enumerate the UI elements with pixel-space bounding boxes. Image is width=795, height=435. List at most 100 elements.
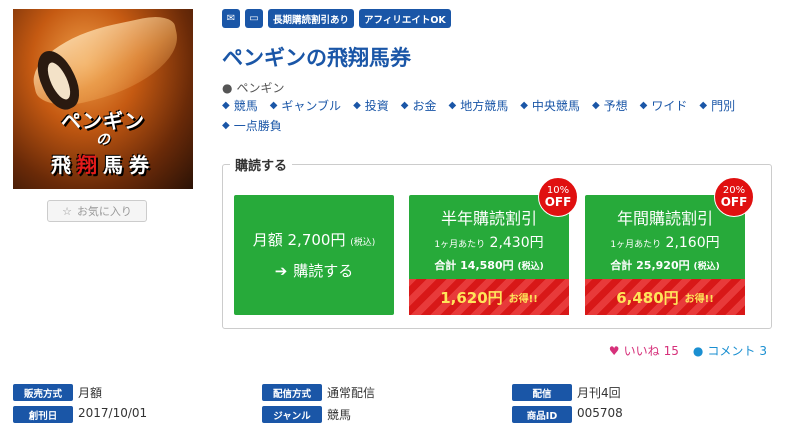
tag-item[interactable]: ◆ 中央競馬 bbox=[520, 96, 580, 114]
half-off-word: OFF bbox=[544, 195, 572, 209]
monthly-action: ➔ 購読する bbox=[275, 260, 354, 281]
tag-label: 投資 bbox=[364, 98, 389, 113]
favorite-label: お気に入り bbox=[76, 205, 132, 218]
delivery-method-label: 配信方式 bbox=[262, 384, 322, 401]
year-total: 合計 25,920円 (税込) bbox=[585, 257, 745, 273]
star-icon: ☆ bbox=[62, 204, 72, 218]
half-per-month: 1ヶ月あたり 2,430円 bbox=[409, 232, 569, 252]
monthly-price: 月額 2,700円 (税込) bbox=[253, 229, 376, 250]
like-button[interactable]: ♥ いいね 15 bbox=[609, 342, 679, 359]
year-total-price: 25,920円 bbox=[636, 259, 690, 272]
tag-icon: ◆ bbox=[448, 99, 457, 111]
author-name: ペンギン bbox=[236, 81, 285, 95]
mail-icon: ✉ bbox=[222, 9, 240, 28]
half-total: 合計 14,580円 (税込) bbox=[409, 257, 569, 273]
launch-date-value: 2017/10/01 bbox=[78, 406, 148, 420]
user-icon: ● bbox=[222, 80, 233, 95]
half-tax: (税込) bbox=[517, 262, 544, 272]
heart-icon: ♥ bbox=[608, 343, 620, 358]
year-per-month: 1ヶ月あたり 2,160円 bbox=[585, 232, 745, 252]
tag-list: ◆ 競馬 ◆ ギャンブル ◆ 投資 ◆ お金 ◆ 地方競馬 ◆ 中央競馬 ◆ 予想 ◆ ワイド … bbox=[222, 96, 782, 134]
delivery-method-value: 通常配信 bbox=[327, 386, 376, 400]
year-per-price: 2,160円 bbox=[665, 235, 720, 251]
cover-title-line2: の bbox=[96, 132, 110, 148]
sales-method-value: 月額 bbox=[78, 386, 103, 400]
year-off-badge: 20% OFF bbox=[714, 177, 754, 217]
cover-char-3: 馬券 bbox=[103, 153, 155, 177]
tag-item[interactable]: ◆ 一点勝負 bbox=[222, 116, 282, 134]
tag-item[interactable]: ◆ 門別 bbox=[699, 96, 735, 114]
comment-label: コメント bbox=[707, 344, 756, 358]
cover-image: ペンギン の 飛翔馬券 bbox=[13, 9, 193, 189]
year-total-label: 合計 bbox=[610, 259, 633, 272]
tag-icon: ◆ bbox=[269, 99, 278, 111]
monthly-price-value: 月額 2,700円 bbox=[252, 231, 346, 249]
page-title[interactable]: ペンギンの飛翔馬券 bbox=[222, 42, 411, 72]
tag-item[interactable]: ◆ 予想 bbox=[592, 96, 628, 114]
tag-label: ギャンブル bbox=[281, 98, 342, 113]
tag-label: 中央競馬 bbox=[531, 98, 580, 113]
author[interactable]: ● ペンギン bbox=[222, 79, 285, 96]
half-save-amount: 1,620円 bbox=[440, 288, 503, 307]
tag-item[interactable]: ◆ ワイド bbox=[640, 96, 688, 114]
tag-item[interactable]: ◆ 投資 bbox=[353, 96, 389, 114]
badge-row: ✉ ▭ 長期購読割引あり アフィリエイトOK bbox=[222, 9, 451, 28]
tag-icon: ◆ bbox=[591, 99, 600, 111]
genre-value[interactable]: 競馬 bbox=[327, 406, 351, 423]
delivery-value: 月刊4回 bbox=[577, 386, 621, 400]
reactions-bar: ♥ いいね 15 ● コメント 3 bbox=[609, 342, 767, 359]
tag-label: お金 bbox=[412, 98, 437, 113]
tag-icon: ◆ bbox=[639, 99, 648, 111]
year-per-label: 1ヶ月あたり bbox=[610, 240, 662, 250]
like-label: いいね bbox=[623, 344, 660, 358]
delivery-label: 配信 bbox=[512, 384, 572, 401]
monthly-plan-button[interactable]: 月額 2,700円 (税込) ➔ 購読する bbox=[234, 195, 394, 315]
tag-label: 競馬 bbox=[233, 98, 258, 113]
tag-item[interactable]: ◆ 競馬 bbox=[222, 96, 258, 114]
half-per-price: 2,430円 bbox=[489, 235, 544, 251]
year-save-amount: 6,480円 bbox=[616, 288, 679, 307]
subscribe-legend: 購読する bbox=[230, 155, 293, 174]
tag-icon: ◆ bbox=[222, 99, 230, 111]
half-savings: 1,620円 お得!! bbox=[409, 279, 569, 315]
launch-date-label: 創刊日 bbox=[13, 406, 73, 423]
tag-item[interactable]: ◆ 地方競馬 bbox=[449, 96, 509, 114]
half-per-label: 1ヶ月あたり bbox=[434, 240, 486, 250]
tag-icon: ◆ bbox=[222, 119, 230, 131]
like-count: 15 bbox=[663, 343, 679, 358]
comment-button[interactable]: ● コメント 3 bbox=[693, 342, 767, 359]
tag-icon: ◆ bbox=[353, 99, 361, 111]
badge-long-term-discount: 長期購読割引あり bbox=[268, 9, 355, 28]
tag-icon: ◆ bbox=[400, 99, 409, 111]
tag-label: 門別 bbox=[711, 98, 736, 113]
arrow-right-icon: ➔ bbox=[274, 261, 288, 280]
year-savings: 6,480円 お得!! bbox=[585, 279, 745, 315]
cover-char-1: 飛 bbox=[51, 153, 77, 177]
tag-label: 地方競馬 bbox=[460, 98, 509, 113]
monthly-tax: (税込) bbox=[350, 238, 376, 248]
year-save-label: お得!! bbox=[684, 293, 714, 305]
comment-count: 3 bbox=[759, 343, 767, 358]
cover-title-line3: 飛翔馬券 bbox=[13, 149, 193, 178]
year-tax: (税込) bbox=[693, 262, 720, 272]
product-id-value: 005708 bbox=[577, 406, 623, 420]
tag-label: 一点勝負 bbox=[233, 118, 282, 133]
tag-icon: ◆ bbox=[520, 99, 528, 111]
favorite-button[interactable]: ☆ お気に入り bbox=[47, 200, 147, 222]
year-off-word: OFF bbox=[720, 195, 748, 209]
tag-item[interactable]: ◆ ギャンブル bbox=[270, 96, 341, 114]
product-id-label: 商品ID bbox=[512, 406, 572, 423]
tag-label: ワイド bbox=[651, 98, 688, 113]
badge-affiliate: アフィリエイトOK bbox=[359, 9, 451, 28]
tag-item[interactable]: ◆ お金 bbox=[401, 96, 437, 114]
sales-method-label: 販売方式 bbox=[13, 384, 73, 401]
speech-bubble-icon: ● bbox=[692, 343, 704, 358]
half-total-price: 14,580円 bbox=[460, 259, 514, 272]
half-off-badge: 10% OFF bbox=[538, 177, 578, 217]
genre-label: ジャンル bbox=[262, 406, 322, 423]
monitor-icon: ▭ bbox=[245, 9, 263, 28]
tag-label: 予想 bbox=[603, 98, 628, 113]
half-save-label: お得!! bbox=[508, 293, 538, 305]
monthly-action-label: 購読する bbox=[293, 262, 354, 280]
cover-char-2: 翔 bbox=[77, 153, 103, 177]
